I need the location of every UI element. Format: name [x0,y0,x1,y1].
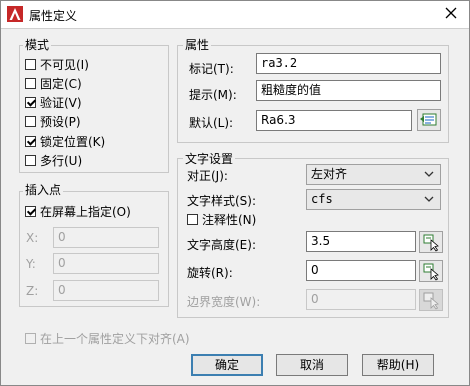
text-height-pick-button[interactable] [419,231,443,253]
tag-label: 标记(T): [189,62,234,76]
checkbox-box [25,154,36,166]
text-style-label: 文字样式(S): [187,194,257,208]
constant-checkbox[interactable]: 固定(C) [25,75,82,91]
rotation-label: 旋转(R): [187,266,233,280]
autocad-logo-icon [7,6,23,22]
verify-checkbox[interactable]: 验证(V) [25,94,82,110]
chevron-down-icon [424,171,434,177]
invisible-checkbox[interactable]: 不可见(I) [25,56,89,72]
preset-label: 预设(P) [40,114,81,129]
multiline-checkbox[interactable]: 多行(U) [25,152,82,168]
x-label: X: [26,231,39,245]
dialog-title: 属性定义 [29,9,78,23]
chevron-down-icon [424,196,434,202]
checkbox-box [25,77,36,89]
align-below-previous-checkbox[interactable]: 在上一个属性定义下对齐(A) [25,330,190,346]
checkbox-box-checked [25,96,36,108]
rotation-pick-button[interactable] [419,260,443,282]
lock-position-checkbox[interactable]: 锁定位置(K) [25,133,105,149]
lock-position-label: 锁定位置(K) [40,134,106,149]
checkbox-box [25,115,36,127]
insertion-point-group-label: 插入点 [23,183,64,197]
close-icon [445,7,457,19]
constant-label: 固定(C) [40,76,82,91]
checkbox-box [25,58,36,70]
boundary-width-field[interactable]: 0 [306,289,416,310]
boundary-width-label: 边界宽度(W): [187,295,261,309]
insert-field-icon [420,113,437,126]
invisible-label: 不可见(I) [40,57,89,72]
tag-field[interactable]: ra3.2 [256,53,441,74]
pick-point-icon [423,292,439,310]
text-style-select[interactable]: cfs [306,189,441,210]
pick-point-icon [423,263,439,281]
boundary-width-pick-button[interactable] [419,289,443,311]
checkbox-box-checked [25,205,36,217]
z-label: Z: [26,284,39,298]
help-button[interactable]: 帮助(H) [362,354,434,376]
z-field[interactable]: 0 [53,280,159,301]
ok-button[interactable]: 确定 [191,354,263,376]
annotative-label: 注释性(N) [202,212,257,227]
verify-label: 验证(V) [40,95,82,110]
multiline-label: 多行(U) [40,153,83,168]
text-height-field[interactable]: 3.5 [306,231,416,252]
default-label: 默认(L): [189,116,234,130]
specify-on-screen-label: 在屏幕上指定(O) [40,204,131,219]
checkbox-box-checked [25,135,36,147]
justification-label: 对正(J): [187,169,228,183]
pick-point-icon [423,234,439,252]
attribute-group-label: 属性 [183,38,212,52]
default-field[interactable]: Ra6.3 [256,110,412,131]
mode-group-label: 模式 [23,38,52,52]
y-label: Y: [26,257,36,271]
justification-value: 左对齐 [311,167,348,181]
specify-on-screen-checkbox[interactable]: 在屏幕上指定(O) [25,203,131,219]
text-style-value: cfs [311,192,333,206]
attribute-definition-dialog: 属性定义 模式 不可见(I) 固定(C) 验证(V) 预设(P) 锁定位置(K)… [0,0,470,386]
prompt-label: 提示(M): [189,88,237,102]
close-button[interactable] [441,4,461,24]
align-below-previous-label: 在上一个属性定义下对齐(A) [40,331,190,346]
rotation-field[interactable]: 0 [306,260,416,281]
checkbox-box-disabled [25,332,36,344]
title-bar: 属性定义 [1,1,469,29]
preset-checkbox[interactable]: 预设(P) [25,113,81,129]
cancel-button[interactable]: 取消 [276,354,348,376]
prompt-field[interactable]: 粗糙度的值 [256,80,441,101]
y-field[interactable]: 0 [53,253,159,274]
text-height-label: 文字高度(E): [187,238,256,252]
insert-field-button[interactable] [417,109,441,131]
annotative-checkbox[interactable]: 注释性(N) [187,211,256,227]
justification-select[interactable]: 左对齐 [306,164,441,185]
x-field[interactable]: 0 [53,227,159,248]
text-settings-group-label: 文字设置 [183,152,236,166]
checkbox-box [187,213,198,225]
